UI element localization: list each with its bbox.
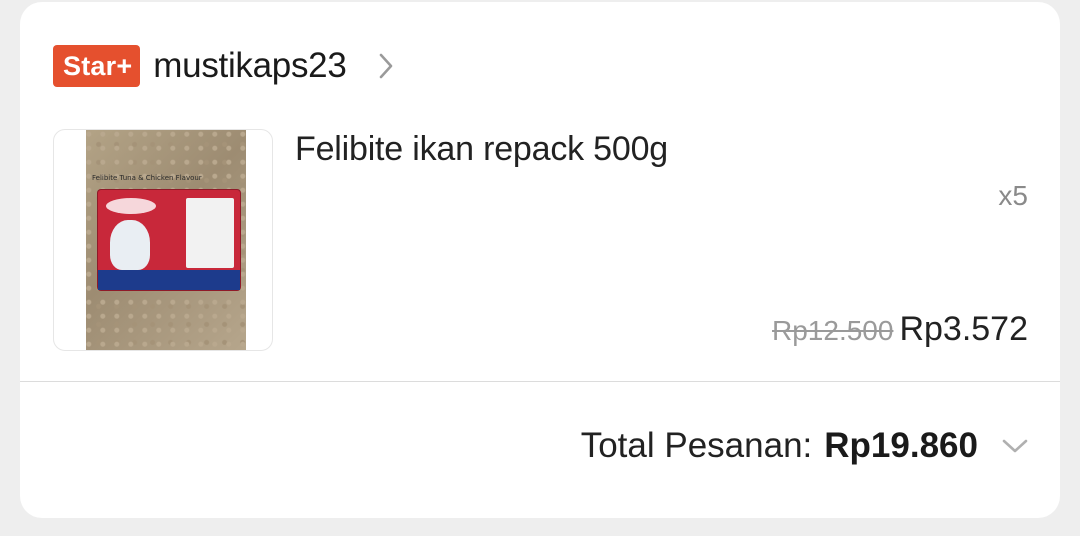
product-image-caption: Felibite Tuna & Chicken Flavour bbox=[92, 174, 202, 182]
price-row: Rp12.500 Rp3.572 bbox=[772, 310, 1028, 349]
product-package bbox=[98, 190, 240, 290]
discounted-price: Rp3.572 bbox=[899, 310, 1028, 348]
order-total-value: Rp19.860 bbox=[824, 426, 978, 465]
shop-header[interactable]: Star+ mustikaps23 bbox=[53, 44, 398, 88]
chevron-right-icon[interactable] bbox=[374, 51, 398, 81]
order-total-label: Total Pesanan: bbox=[580, 426, 813, 465]
product-quantity: x5 bbox=[998, 180, 1028, 211]
order-total-row[interactable]: Total Pesanan: Rp19.860 bbox=[581, 422, 1030, 470]
star-plus-badge: Star+ bbox=[53, 45, 141, 87]
product-name[interactable]: Felibite ikan repack 500g bbox=[295, 130, 668, 169]
original-price: Rp12.500 bbox=[772, 315, 894, 346]
divider bbox=[20, 381, 1060, 382]
chevron-down-icon[interactable] bbox=[1000, 434, 1030, 458]
shop-name[interactable]: mustikaps23 bbox=[153, 46, 346, 86]
order-card: Star+ mustikaps23 Felibite Tuna & Chicke… bbox=[20, 2, 1060, 518]
product-image: Felibite Tuna & Chicken Flavour bbox=[86, 130, 246, 350]
product-thumbnail[interactable]: Felibite Tuna & Chicken Flavour bbox=[53, 129, 273, 351]
